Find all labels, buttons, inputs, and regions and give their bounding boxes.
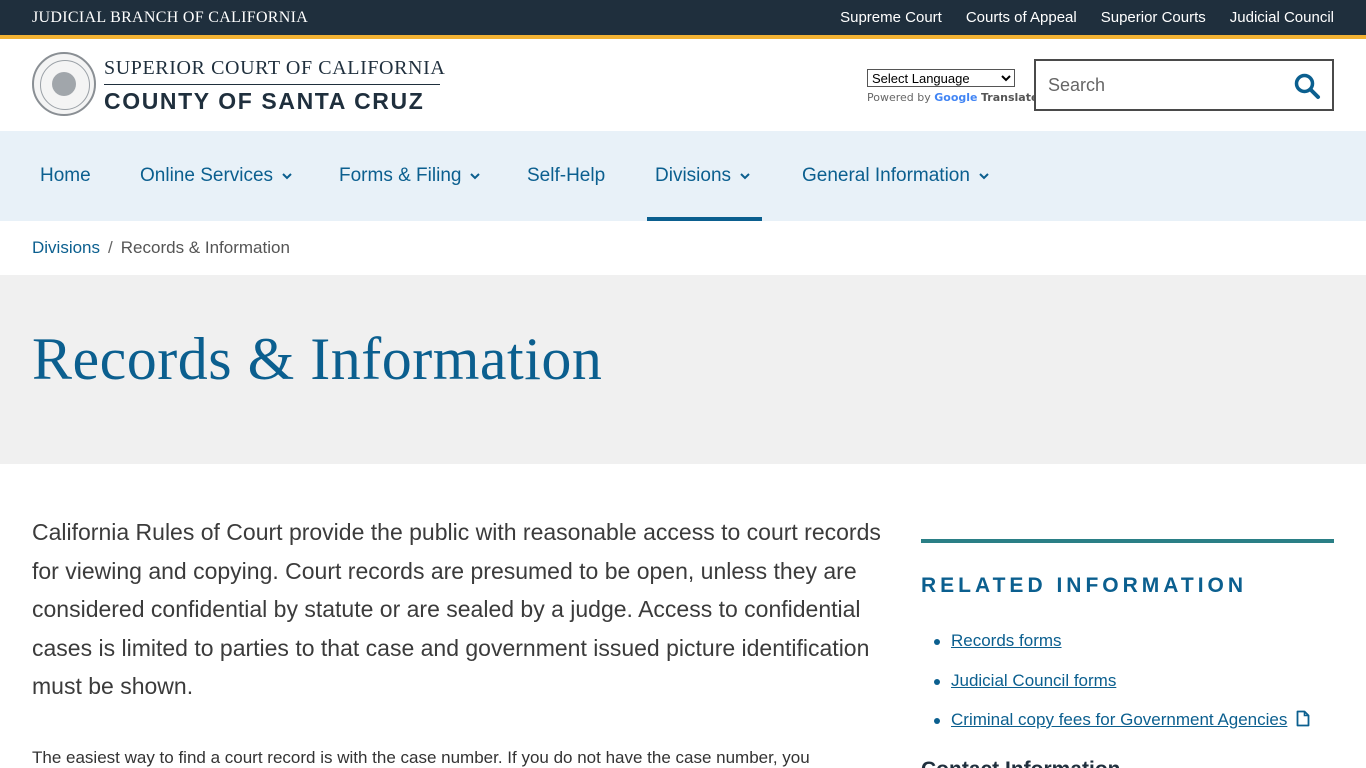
sidebar-rule: [921, 539, 1334, 543]
nav-home-label: Home: [40, 165, 91, 186]
logo-county-name[interactable]: COUNTY OF SANTA CRUZ: [104, 88, 424, 115]
related-information-heading: RELATED INFORMATION: [921, 574, 1248, 597]
judicial-council-link[interactable]: Judicial Council: [1230, 9, 1334, 26]
translate-text: Translate: [981, 91, 1039, 104]
nav-active-indicator: [647, 217, 762, 221]
nav-divisions-label: Divisions: [655, 165, 732, 186]
search-box: [1034, 59, 1334, 111]
breadcrumb-current: Records & Information: [120, 238, 290, 257]
records-forms-link[interactable]: Records forms: [951, 631, 1062, 650]
site-header: SUPERIOR COURT OF CALIFORNIA COUNTY OF S…: [0, 39, 1366, 131]
google-translate-widget: Select Language Powered by Google Transl…: [867, 69, 1038, 104]
nav-divisions[interactable]: Divisions: [655, 131, 751, 221]
nav-forms-filing-label: Forms & Filing: [339, 165, 462, 186]
chevron-down-icon: [470, 173, 481, 180]
courts-of-appeal-link[interactable]: Courts of Appeal: [966, 9, 1077, 26]
related-links-list: Records forms Judicial Council forms Cri…: [933, 630, 1310, 749]
logo-divider: [104, 84, 440, 85]
intro-paragraph: California Rules of Court provide the pu…: [32, 519, 881, 699]
document-icon: [1296, 710, 1310, 727]
search-input[interactable]: [1048, 74, 1278, 96]
list-item: Criminal copy fees for Government Agenci…: [933, 709, 1310, 731]
page-hero: Records & Information: [0, 275, 1366, 464]
powered-by-google: Powered by Google Translate: [867, 91, 1038, 104]
criminal-copy-fees-link[interactable]: Criminal copy fees for Government Agenci…: [951, 710, 1287, 729]
breadcrumb: Divisions / Records & Information: [32, 238, 290, 258]
chevron-down-icon: [979, 173, 989, 180]
nav-online-services-label: Online Services: [140, 165, 274, 186]
judicial-council-forms-link[interactable]: Judicial Council forms: [951, 671, 1116, 690]
nav-general-information[interactable]: General Information: [802, 131, 990, 221]
judicial-branch-title: JUDICIAL BRANCH OF CALIFORNIA: [32, 9, 309, 26]
nav-self-help-label: Self-Help: [527, 165, 606, 186]
nav-home[interactable]: Home: [40, 131, 91, 221]
search-icon: [1294, 73, 1320, 99]
list-item: Records forms: [933, 630, 1310, 652]
contact-information-heading: Contact Information: [921, 758, 1121, 768]
language-select[interactable]: Select Language: [867, 69, 1015, 87]
nav-forms-filing[interactable]: Forms & Filing: [339, 131, 481, 221]
breadcrumb-divisions-link[interactable]: Divisions: [32, 238, 100, 258]
superior-courts-link[interactable]: Superior Courts: [1101, 9, 1206, 26]
utility-bar: JUDICIAL BRANCH OF CALIFORNIA Supreme Co…: [0, 0, 1366, 35]
main-navigation: Home Online Services Forms & Filing Self…: [0, 131, 1366, 221]
search-button[interactable]: [1292, 71, 1322, 101]
breadcrumb-separator: /: [108, 238, 113, 257]
page-title: Records & Information: [32, 326, 603, 392]
utility-links: Supreme Court Courts of Appeal Superior …: [840, 9, 1334, 26]
nav-online-services[interactable]: Online Services: [140, 131, 293, 221]
google-logo-text: Google: [934, 91, 978, 104]
logo-court-name[interactable]: SUPERIOR COURT OF CALIFORNIA: [104, 57, 445, 80]
court-seal-logo[interactable]: [32, 52, 96, 116]
body-paragraph: The easiest way to find a court record i…: [32, 748, 810, 767]
chevron-down-icon: [282, 173, 292, 180]
chevron-down-icon: [740, 173, 750, 180]
supreme-court-link[interactable]: Supreme Court: [840, 9, 942, 26]
powered-by-text: Powered by: [867, 91, 931, 104]
nav-self-help[interactable]: Self-Help: [527, 131, 605, 221]
list-item: Judicial Council forms: [933, 670, 1310, 692]
nav-general-information-label: General Information: [802, 165, 970, 186]
